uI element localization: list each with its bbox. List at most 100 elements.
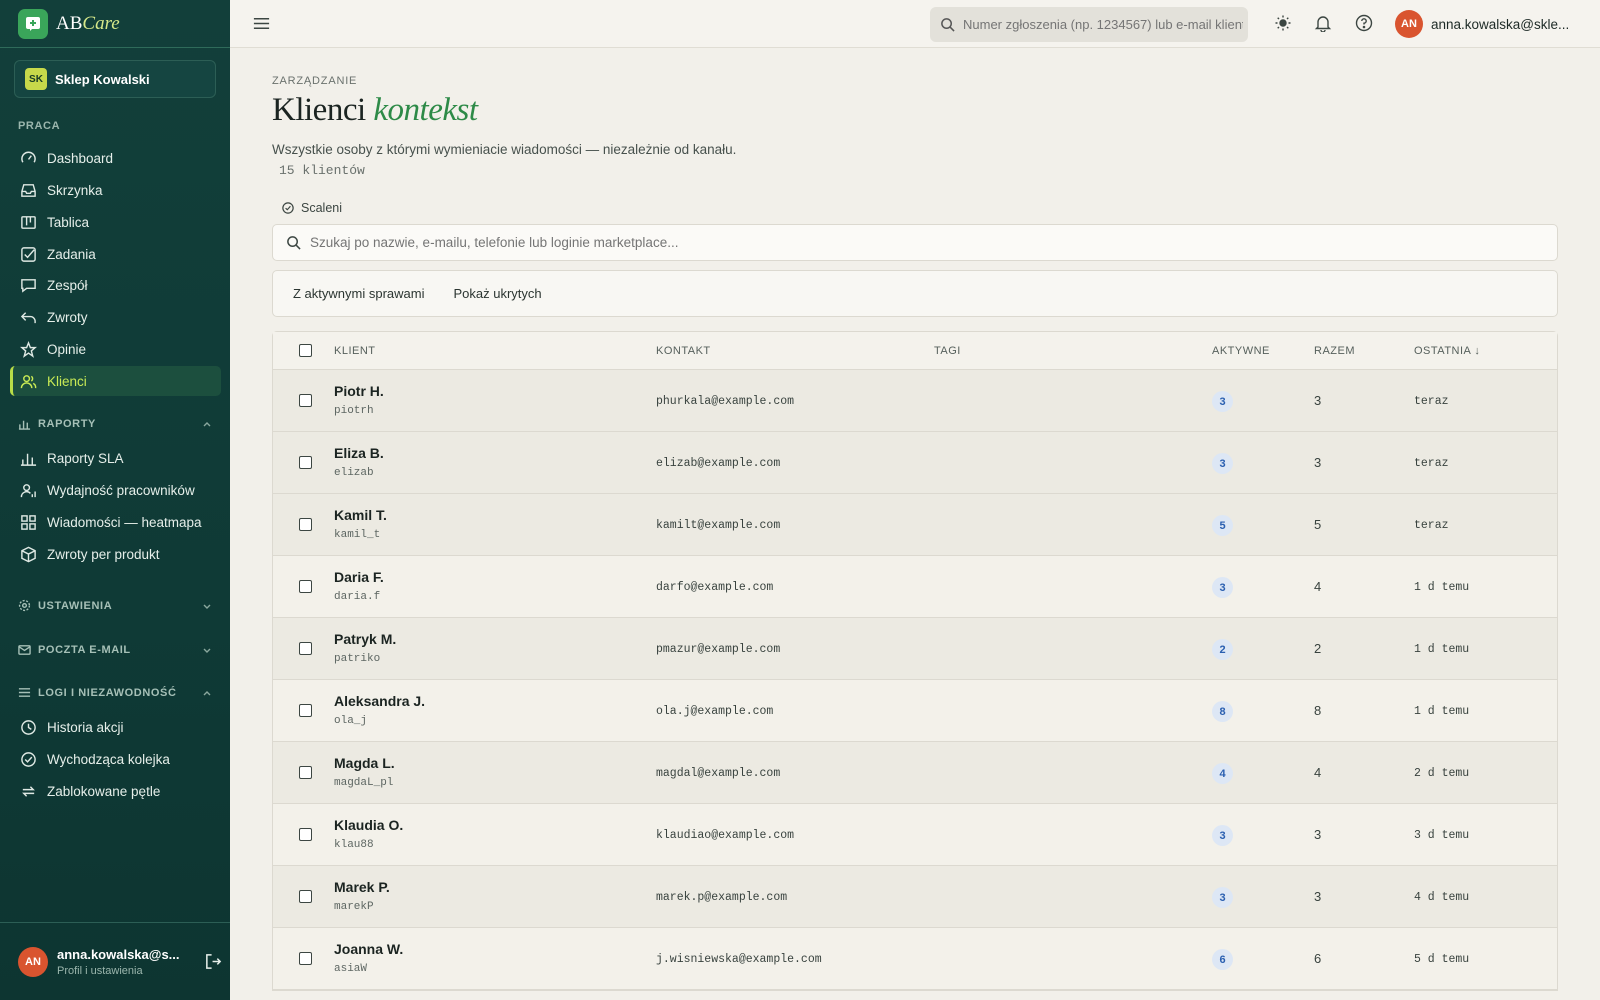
sidebar-item-returns[interactable]: Zwroty	[10, 302, 221, 332]
ticket-search-input[interactable]	[963, 17, 1243, 32]
client-email: magdal@example.com	[656, 767, 781, 780]
topbar-user-menu[interactable]: AN anna.kowalska@skle...	[1395, 10, 1569, 38]
row-checkbox[interactable]	[299, 952, 312, 965]
bell-icon[interactable]	[1314, 14, 1332, 32]
sidebar-user-profile[interactable]: AN anna.kowalska@s... Profil i ustawieni…	[0, 922, 230, 1000]
table-row[interactable]: Eliza B. elizab elizab@example.com 3 3 teraz	[273, 432, 1557, 494]
row-checkbox[interactable]	[299, 394, 312, 407]
chevron-down-icon	[203, 648, 211, 653]
mail-icon	[18, 645, 31, 655]
row-checkbox[interactable]	[299, 890, 312, 903]
row-checkbox[interactable]	[299, 456, 312, 469]
sidebar-item-team[interactable]: Zespół	[10, 270, 221, 300]
sidebar-item-tasks[interactable]: Zadania	[10, 239, 221, 269]
row-checkbox[interactable]	[299, 642, 312, 655]
merged-filter[interactable]: Scaleni	[282, 201, 342, 215]
sidebar-item-board[interactable]: Tablica	[10, 207, 221, 237]
filter-show-hidden[interactable]: Pokaż ukrytych	[453, 286, 541, 301]
client-search-input[interactable]	[310, 235, 1510, 250]
table-row[interactable]: Klaudia O. klau88 klaudiao@example.com 3 3 3 …	[273, 804, 1557, 866]
table-header: KLIENT KONTAKT TAGI AKTYWNE RAZEM OSTATN…	[273, 332, 1557, 370]
menu-icon[interactable]	[252, 14, 271, 33]
return-icon	[20, 311, 36, 323]
sidebar-item-action-history[interactable]: Historia akcji	[10, 712, 221, 742]
table-row[interactable]: Aleksandra J. ola_j ola.j@example.com 8 8 1 d…	[273, 680, 1557, 742]
select-all-checkbox[interactable]	[299, 344, 312, 357]
client-name[interactable]: Eliza B.	[334, 445, 384, 461]
client-name[interactable]: Daria F.	[334, 569, 384, 585]
last-activity: 1 d temu	[1414, 581, 1470, 594]
row-checkbox[interactable]	[299, 580, 312, 593]
store-switcher[interactable]: SK Sklep Kowalski	[14, 60, 216, 98]
table-row[interactable]: Magda L. magdaL_pl magdal@example.com 4 4 2 d…	[273, 742, 1557, 804]
row-checkbox[interactable]	[299, 828, 312, 841]
page-eyebrow: ZARZĄDZANIE	[272, 75, 358, 87]
section-email-toggle[interactable]: POCZTA E-MAIL	[18, 643, 212, 656]
sidebar-item-dashboard[interactable]: Dashboard	[10, 143, 221, 173]
chevron-down-icon	[203, 604, 211, 609]
col-active[interactable]: AKTYWNE	[1212, 345, 1270, 357]
client-name[interactable]: Marek P.	[334, 879, 390, 895]
filter-active-cases[interactable]: Z aktywnymi sprawami	[293, 286, 424, 301]
client-search[interactable]	[272, 224, 1558, 261]
table-row[interactable]: Piotr H. piotrh phurkala@example.com 3 3 tera…	[273, 370, 1557, 432]
section-logs-toggle[interactable]: LOGI I NIEZAWODNOŚĆ	[18, 686, 212, 699]
col-last[interactable]: OSTATNIA ↓	[1414, 345, 1480, 357]
total-count: 3	[1314, 393, 1322, 408]
store-name: Sklep Kowalski	[55, 71, 150, 87]
row-checkbox[interactable]	[299, 766, 312, 779]
client-name[interactable]: Kamil T.	[334, 507, 387, 523]
client-login: piotrh	[334, 405, 374, 417]
inbox-icon	[21, 183, 36, 197]
client-count: 15 klientów	[279, 163, 365, 178]
table-row[interactable]: Patryk M. patriko pmazur@example.com 2 2 1 d …	[273, 618, 1557, 680]
sun-icon[interactable]	[1274, 14, 1292, 32]
client-login: daria.f	[334, 591, 381, 603]
sidebar: ABCare SK Sklep Kowalski PRACA Dashboard…	[0, 0, 230, 1000]
topbar-user-email: anna.kowalska@skle...	[1431, 16, 1570, 32]
total-count: 4	[1314, 579, 1322, 594]
client-name[interactable]: Patryk M.	[334, 631, 396, 647]
row-checkbox[interactable]	[299, 704, 312, 717]
sidebar-item-inbox[interactable]: Skrzynka	[10, 175, 221, 205]
grid-icon	[21, 514, 36, 530]
client-email: phurkala@example.com	[656, 395, 795, 408]
total-count: 4	[1314, 765, 1322, 780]
section-reports-toggle[interactable]: RAPORTY	[18, 417, 212, 430]
client-name[interactable]: Aleksandra J.	[334, 693, 425, 709]
search-icon	[941, 18, 955, 32]
col-total[interactable]: RAZEM	[1314, 345, 1355, 357]
sidebar-item-returns-per-product[interactable]: Zwroty per produkt	[10, 539, 221, 569]
last-activity: teraz	[1414, 395, 1449, 408]
col-client[interactable]: KLIENT	[334, 345, 376, 357]
col-tags[interactable]: TAGI	[934, 345, 961, 357]
sidebar-item-clients[interactable]: Klienci	[10, 366, 221, 396]
brand[interactable]: ABCare	[0, 0, 230, 48]
table-row[interactable]: Kamil T. kamil_t kamilt@example.com 5 5 teraz	[273, 494, 1557, 556]
sidebar-item-employee-performance[interactable]: Wydajność pracowników	[10, 475, 221, 505]
ticket-search[interactable]	[930, 7, 1248, 42]
client-name[interactable]: Magda L.	[334, 755, 395, 771]
sidebar-item-reviews[interactable]: Opinie	[10, 334, 221, 364]
col-contact[interactable]: KONTAKT	[656, 345, 711, 357]
sidebar-item-sla-reports[interactable]: Raporty SLA	[10, 443, 221, 473]
table-row[interactable]: Joanna W. asiaW j.wisniewska@example.com 6 6…	[273, 928, 1557, 990]
avatar: AN	[18, 946, 48, 977]
section-settings-toggle[interactable]: USTAWIENIA	[18, 599, 212, 612]
sidebar-item-blocked-loops[interactable]: Zablokowane pętle	[10, 776, 221, 806]
sidebar-item-outgoing-queue[interactable]: Wychodząca kolejka	[10, 744, 221, 774]
client-name[interactable]: Joanna W.	[334, 941, 403, 957]
last-activity: teraz	[1414, 519, 1449, 532]
sidebar-item-messages-heatmap[interactable]: Wiadomości — heatmapa	[10, 507, 221, 537]
list-icon	[18, 688, 31, 697]
bar-chart-icon	[20, 453, 37, 466]
client-name[interactable]: Klaudia O.	[334, 817, 403, 833]
topbar: AN anna.kowalska@skle...	[230, 0, 1600, 48]
row-checkbox[interactable]	[299, 518, 312, 531]
table-row[interactable]: Marek P. marekP marek.p@example.com 3 3 4 d t…	[273, 866, 1557, 928]
checkbox-icon	[21, 246, 36, 262]
logout-icon[interactable]	[204, 952, 223, 971]
help-icon[interactable]	[1355, 14, 1373, 32]
table-row[interactable]: Daria F. daria.f darfo@example.com 3 4 1 d te…	[273, 556, 1557, 618]
client-name[interactable]: Piotr H.	[334, 383, 384, 399]
